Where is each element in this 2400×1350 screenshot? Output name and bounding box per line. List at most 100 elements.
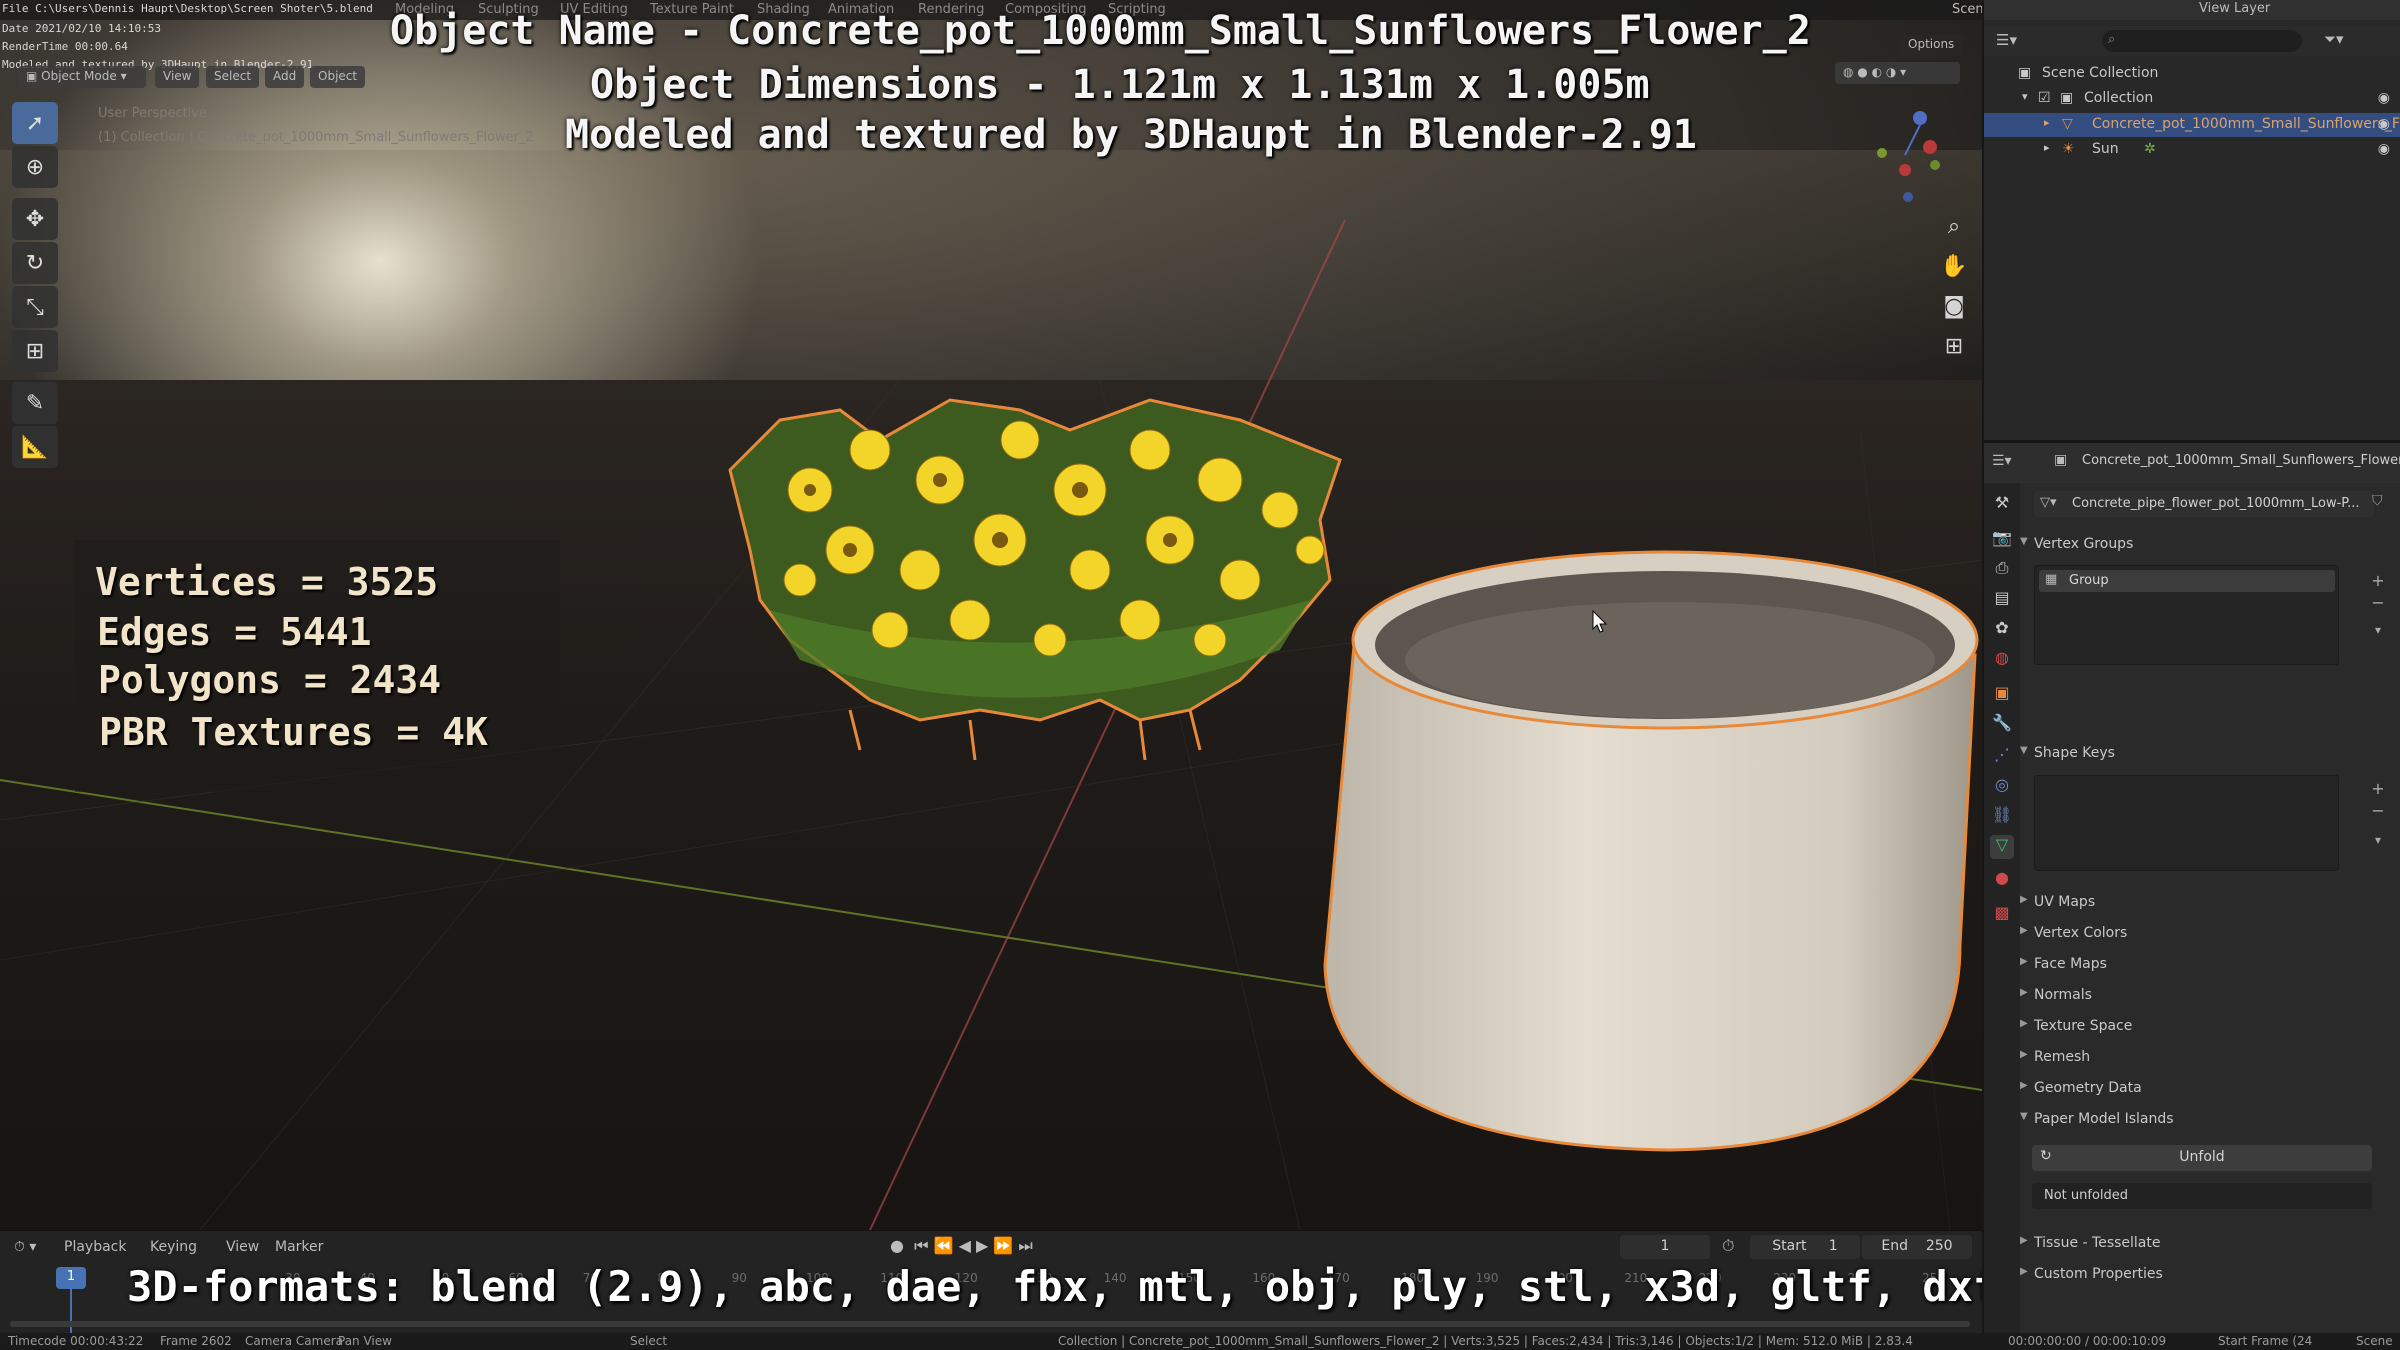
shape-keys-list[interactable] xyxy=(2034,775,2339,871)
texture-tab-icon[interactable]: ▩ xyxy=(1990,903,2014,927)
menu-playback[interactable]: Playback xyxy=(64,1239,126,1255)
editor-type-icon[interactable]: ⏱ ▾ xyxy=(14,1239,36,1255)
preview-range-icon[interactable]: ⏱ xyxy=(1722,1236,1734,1256)
menu-marker[interactable]: Marker xyxy=(275,1239,323,1255)
menu-select[interactable]: Select xyxy=(206,66,260,88)
outliner-search-input[interactable]: ⌕ xyxy=(2102,30,2302,52)
eye-icon[interactable]: ◉ xyxy=(2378,90,2390,106)
zoom-icon[interactable]: ⌕ xyxy=(1938,210,1970,242)
navigation-gizmo[interactable] xyxy=(1870,105,1940,205)
custom-properties-header[interactable]: ▶ Custom Properties xyxy=(2020,1266,2163,1282)
mesh-name-field[interactable]: ▽▾ Concrete_pipe_flower_pot_1000mm_Low-P… xyxy=(2034,491,2374,517)
remove-shape-key-button[interactable]: − xyxy=(2367,801,2389,823)
outliner-panel[interactable]: View Layer ☰▾ ⏷▾ ⌕ ▣ Scene Collection ▾ … xyxy=(1982,0,2400,440)
remove-vertex-group-button[interactable]: − xyxy=(2367,593,2389,615)
constraints-tab-icon[interactable]: ⛓ xyxy=(1990,805,2014,829)
concrete-pot-object[interactable] xyxy=(1320,545,1982,1155)
render-time: RenderTime 00:00.64 xyxy=(2,40,128,53)
select-box-tool[interactable]: ➚ xyxy=(12,102,58,144)
shading-buttons[interactable]: ◍ ● ◐ ◑ ▾ xyxy=(1835,62,1960,84)
expand-arrow-icon[interactable]: ▾ xyxy=(2022,90,2028,103)
outliner-scene-collection[interactable]: ▣ Scene Collection xyxy=(1984,62,2400,86)
eye-icon[interactable]: ◉ xyxy=(2378,116,2390,132)
normals-header[interactable]: ▶ Normals xyxy=(2020,987,2092,1003)
expand-arrow-icon[interactable]: ▸ xyxy=(2044,141,2050,154)
menu-timeline-view[interactable]: View xyxy=(226,1239,259,1255)
object-tab-icon[interactable]: ▣ xyxy=(1990,683,2014,707)
view-layer-label[interactable]: View Layer xyxy=(2199,1,2270,16)
scene-tab-icon[interactable]: ✿ xyxy=(1990,618,2014,642)
menu-view[interactable]: View xyxy=(155,66,200,88)
texture-space-header[interactable]: ▶ Texture Space xyxy=(2020,1018,2132,1034)
vertex-group-menu-button[interactable]: ▾ xyxy=(2367,623,2389,645)
properties-panel[interactable]: ☰▾ ▣ Concrete_pot_1000mm_Small_Sunflower… xyxy=(1982,440,2400,1336)
annotate-tool[interactable]: ✎ xyxy=(12,382,58,424)
remesh-header[interactable]: ▶ Remesh xyxy=(2020,1049,2090,1065)
camera-icon[interactable]: ◙ xyxy=(1938,290,1970,322)
material-tab-icon[interactable]: ● xyxy=(1990,868,2014,892)
unfold-button[interactable]: ↻ Unfold xyxy=(2032,1145,2372,1171)
mesh-data-tab-icon[interactable]: ▽ xyxy=(1990,835,2014,859)
vertex-colors-header[interactable]: ▶ Vertex Colors xyxy=(2020,925,2127,941)
paper-model-header[interactable]: ▼ Paper Model Islands xyxy=(2020,1111,2174,1127)
rotate-icon: ↻ xyxy=(25,250,45,276)
modifier-tab-icon[interactable]: 🔧 xyxy=(1990,713,2014,737)
sunflower-bush-object[interactable] xyxy=(720,380,1350,780)
pan-hand-icon[interactable]: ✋ xyxy=(1938,250,1970,282)
render-tab-icon[interactable]: 📷 xyxy=(1990,528,2014,552)
vertex-groups-list[interactable]: ▦ Group xyxy=(2034,565,2339,665)
playback-controls[interactable]: ● ⏮ ⏪ ◀ ▶ ⏩ ⏭ xyxy=(890,1236,1033,1256)
cursor-tool[interactable]: ⊕ xyxy=(12,146,58,188)
face-maps-header[interactable]: ▶ Face Maps xyxy=(2020,956,2107,972)
playhead-frame-indicator[interactable]: 1 xyxy=(56,1267,86,1289)
tissue-header[interactable]: ▶ Tissue - Tessellate xyxy=(2020,1235,2161,1251)
grid-toggle-icon[interactable]: ⊞ xyxy=(1938,330,1970,362)
move-tool[interactable]: ✥ xyxy=(12,198,58,240)
timeline-scrollbar[interactable] xyxy=(10,1321,1970,1327)
scene-selector[interactable]: Scene xyxy=(1952,2,1982,17)
output-tab-icon[interactable]: ⎙ xyxy=(1990,558,2014,582)
playhead-line[interactable] xyxy=(70,1289,72,1334)
current-frame-field[interactable]: 1 xyxy=(1620,1235,1710,1259)
tool-tab-icon[interactable]: ⚒ xyxy=(1990,493,2014,517)
menu-add[interactable]: Add xyxy=(265,66,305,88)
physics-tab-icon[interactable]: ◎ xyxy=(1990,775,2014,799)
outliner-item-collection[interactable]: ▾ ☑ ▣ Collection ◉ xyxy=(1984,87,2400,111)
menu-keying[interactable]: Keying xyxy=(150,1239,197,1255)
add-vertex-group-button[interactable]: + xyxy=(2367,571,2389,593)
shape-keys-label: Shape Keys xyxy=(2034,745,2115,761)
rotate-tool[interactable]: ↻ xyxy=(12,242,58,284)
uv-maps-header[interactable]: ▶ UV Maps xyxy=(2020,894,2095,910)
transform-tool[interactable]: ⊞ xyxy=(12,330,58,372)
display-mode-icon[interactable]: ☰▾ xyxy=(1996,31,2017,49)
particles-tab-icon[interactable]: ⋰ xyxy=(1990,745,2014,769)
options-button[interactable]: Options xyxy=(1900,34,1963,56)
end-frame-field[interactable]: End 250 xyxy=(1862,1235,1972,1259)
vertex-groups-header[interactable]: ▼ Vertex Groups xyxy=(2020,536,2133,552)
mouse-cursor xyxy=(1592,610,1608,633)
measure-tool[interactable]: 📐 xyxy=(12,426,58,468)
geometry-data-header[interactable]: ▶ Geometry Data xyxy=(2020,1080,2142,1096)
vertex-group-item[interactable]: ▦ Group xyxy=(2039,570,2335,592)
world-tab-icon[interactable]: ◍ xyxy=(1990,648,2014,672)
fake-user-icon[interactable]: ⛉ xyxy=(2372,493,2383,509)
view-layer-tab-icon[interactable]: ▤ xyxy=(1990,588,2014,612)
editor-type-icon[interactable]: ☰▾ xyxy=(1992,453,2012,469)
expand-arrow-icon: ▶ xyxy=(2020,894,2028,905)
outliner-item-sun[interactable]: ▸ ☀ Sun ✲ ◉ xyxy=(1984,138,2400,162)
mode-selector[interactable]: ▣ Object Mode ▾ xyxy=(18,66,146,88)
expand-arrow-icon[interactable]: ▸ xyxy=(2044,116,2050,129)
stats-panel: Vertices = 3525 Edges = 5441 Polygons = … xyxy=(75,540,560,792)
outliner-item-pot[interactable]: ▸ ▽ Concrete_pot_1000mm_Small_Sunflowers… xyxy=(1984,113,2400,137)
shape-key-menu-button[interactable]: ▾ xyxy=(2367,833,2389,855)
start-frame-field[interactable]: Start 1 xyxy=(1750,1235,1860,1259)
scale-tool[interactable]: ⤡ xyxy=(12,286,58,328)
eye-icon[interactable]: ◉ xyxy=(2378,141,2390,157)
menu-object[interactable]: Object xyxy=(310,66,366,88)
3d-viewport[interactable]: Modeling Sculpting UV Editing Texture Pa… xyxy=(0,0,1982,1230)
filter-icon[interactable]: ⏷▾ xyxy=(2324,30,2344,48)
checkbox-icon[interactable]: ☑ xyxy=(2038,90,2051,106)
shape-keys-header[interactable]: ▼ Shape Keys xyxy=(2020,745,2115,761)
add-shape-key-button[interactable]: + xyxy=(2367,779,2389,801)
cursor-arrow-icon: ➚ xyxy=(25,110,45,136)
